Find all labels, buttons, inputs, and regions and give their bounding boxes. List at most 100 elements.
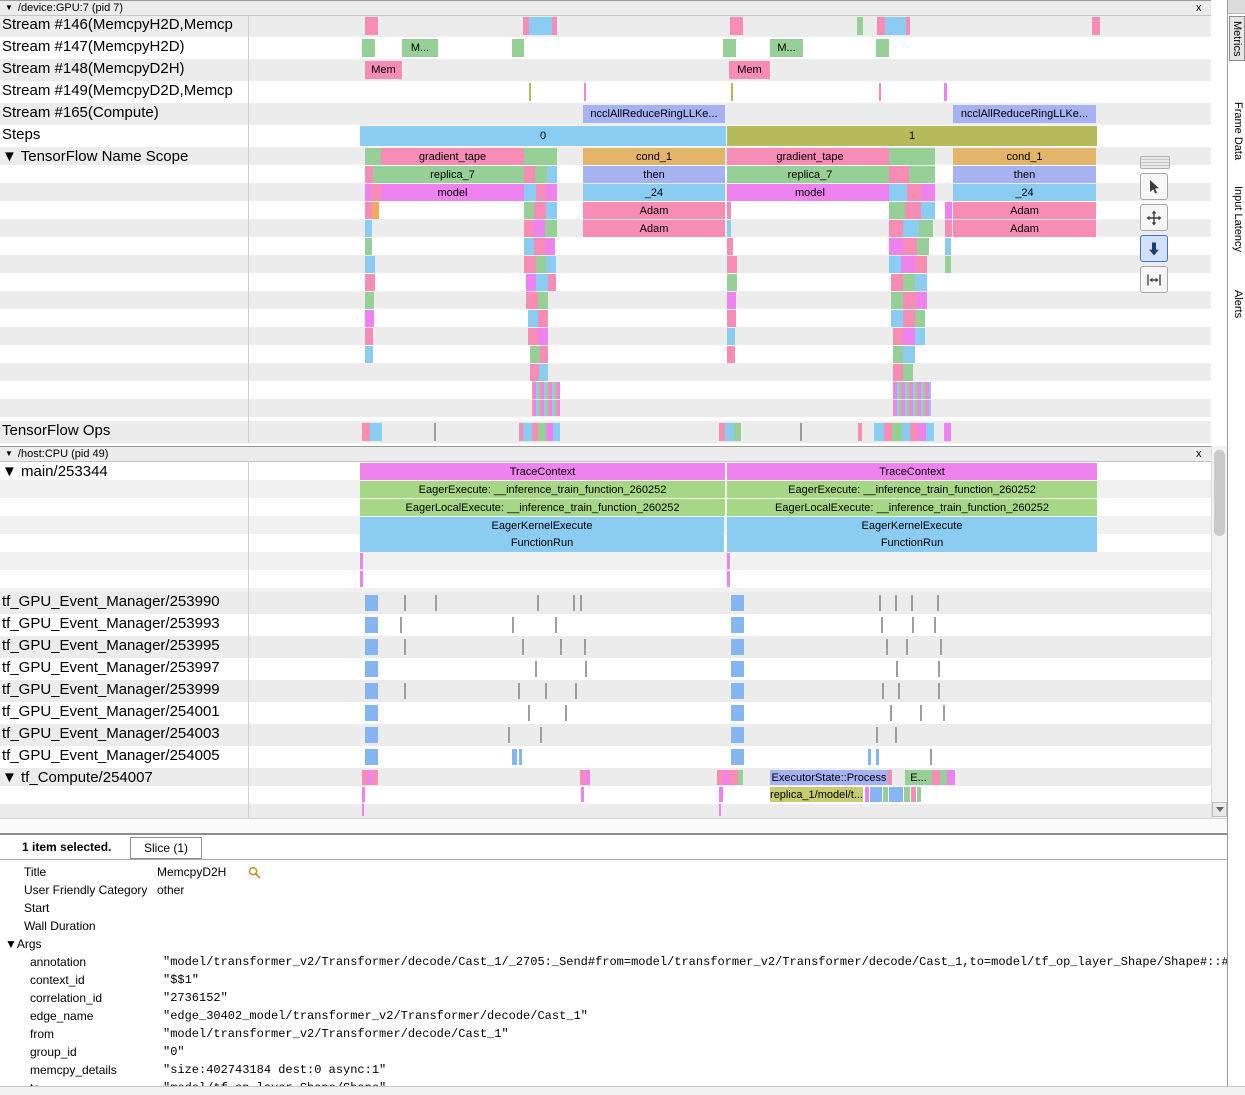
trace-slice[interactable] xyxy=(365,346,373,363)
trace-slice[interactable]: TraceContext xyxy=(727,463,1097,480)
trace-slice[interactable] xyxy=(876,727,878,743)
trace-slice[interactable]: Adam xyxy=(953,220,1096,237)
gpu-pane-close-button[interactable]: x xyxy=(1196,1,1202,15)
trace-slice[interactable] xyxy=(546,256,556,273)
trace-slice[interactable] xyxy=(857,17,863,35)
trace-slice[interactable] xyxy=(858,423,862,441)
trace-slice[interactable] xyxy=(903,274,915,291)
trace-slice[interactable] xyxy=(519,749,522,765)
trace-slice[interactable] xyxy=(883,787,888,802)
trace-slice[interactable] xyxy=(893,328,903,345)
trace-slice[interactable] xyxy=(917,787,921,802)
trace-slice[interactable] xyxy=(903,328,915,345)
trace-slice[interactable]: FunctionRun xyxy=(360,534,724,552)
trace-slice[interactable] xyxy=(870,787,882,802)
trace-slice[interactable]: EagerLocalExecute: __inference_train_fun… xyxy=(727,499,1097,516)
trace-slice[interactable]: ncclAllReduceRingLLKe... xyxy=(953,105,1096,123)
trace-slice[interactable] xyxy=(911,787,916,802)
trace-slice[interactable] xyxy=(915,256,927,273)
trace-slice[interactable] xyxy=(365,17,378,35)
trace-slice[interactable] xyxy=(538,310,548,327)
trace-slice[interactable]: EagerLocalExecute: __inference_train_fun… xyxy=(360,499,725,516)
trace-slice[interactable] xyxy=(903,292,917,309)
trace-slice[interactable]: Mem xyxy=(365,61,402,79)
trace-slice[interactable] xyxy=(904,787,910,802)
trace-slice[interactable] xyxy=(909,166,935,183)
trace-slice[interactable] xyxy=(889,238,903,255)
side-tab-input-latency[interactable]: Input Latency xyxy=(1231,182,1245,256)
trace-slice[interactable] xyxy=(876,749,879,765)
trace-slice[interactable] xyxy=(891,310,903,327)
trace-slice[interactable] xyxy=(538,328,548,345)
trace-slice[interactable] xyxy=(727,328,735,345)
trace-slice[interactable] xyxy=(895,727,897,743)
trace-slice[interactable] xyxy=(723,39,736,57)
side-tab-metrics[interactable]: Metrics xyxy=(1229,16,1245,61)
trace-slice[interactable] xyxy=(934,617,936,633)
trace-slice[interactable] xyxy=(920,705,922,721)
trace-slice[interactable]: cond_1 xyxy=(583,148,725,165)
trace-slice[interactable] xyxy=(906,639,908,655)
trace-slice[interactable] xyxy=(530,364,539,381)
trace-slice[interactable] xyxy=(580,595,582,611)
trace-slice[interactable] xyxy=(889,787,903,802)
trace-slice[interactable] xyxy=(535,661,537,677)
trace-slice[interactable] xyxy=(731,661,744,677)
trace-slice[interactable] xyxy=(538,292,548,309)
trace-slice[interactable] xyxy=(906,17,910,35)
trace-slice[interactable] xyxy=(945,202,952,219)
trace-slice[interactable] xyxy=(882,683,884,699)
trace-slice[interactable] xyxy=(365,595,378,611)
trace-slice[interactable] xyxy=(365,683,378,699)
trace-slice[interactable] xyxy=(518,683,520,699)
track-label[interactable]: ▼ TensorFlow Name Scope xyxy=(2,148,188,165)
trace-slice[interactable] xyxy=(938,683,940,699)
trace-slice[interactable] xyxy=(584,639,586,655)
trace-slice[interactable]: ncclAllReduceRingLLKe... xyxy=(583,105,725,123)
trace-slice[interactable]: Adam xyxy=(953,202,1096,219)
trace-slice[interactable] xyxy=(508,727,510,743)
trace-slice[interactable] xyxy=(524,220,533,237)
trace-slice[interactable] xyxy=(512,39,524,57)
trace-slice[interactable] xyxy=(727,553,730,569)
trace-slice[interactable] xyxy=(365,328,373,345)
trace-slice[interactable] xyxy=(729,770,738,785)
trace-slice[interactable] xyxy=(532,382,560,399)
trace-slice[interactable] xyxy=(917,292,927,309)
trace-slice[interactable] xyxy=(404,683,406,699)
trace-slice[interactable] xyxy=(903,364,913,381)
trace-slice[interactable] xyxy=(404,595,406,611)
trace-slice[interactable] xyxy=(889,166,909,183)
trace-slice[interactable] xyxy=(540,346,548,363)
scroll-down-button[interactable] xyxy=(1212,802,1227,817)
trace-slice[interactable] xyxy=(731,83,733,101)
trace-slice[interactable] xyxy=(727,220,731,237)
trace-slice[interactable] xyxy=(727,274,737,291)
track-label[interactable]: ▼ main/253344 xyxy=(2,463,108,480)
trace-slice[interactable] xyxy=(365,256,375,273)
trace-slice[interactable] xyxy=(365,727,378,743)
trace-slice[interactable] xyxy=(555,617,557,633)
trace-slice[interactable] xyxy=(901,256,915,273)
trace-slice[interactable] xyxy=(893,364,903,381)
selection-tool-button[interactable] xyxy=(1140,173,1168,200)
trace-slice[interactable] xyxy=(891,274,903,291)
trace-slice[interactable] xyxy=(903,346,915,363)
tab-slice[interactable]: Slice (1) xyxy=(130,837,202,859)
trace-slice[interactable] xyxy=(944,83,947,101)
trace-slice[interactable]: EagerExecute: __inference_train_function… xyxy=(360,481,725,498)
trace-slice[interactable] xyxy=(534,238,545,255)
trace-slice[interactable] xyxy=(727,202,731,219)
trace-slice[interactable] xyxy=(372,770,378,785)
trace-slice[interactable] xyxy=(545,238,555,255)
trace-slice[interactable] xyxy=(903,238,917,255)
host-pane-close-button[interactable]: x xyxy=(1196,447,1202,461)
trace-slice[interactable] xyxy=(365,310,374,327)
trace-slice[interactable] xyxy=(545,683,547,699)
trace-slice[interactable] xyxy=(524,238,534,255)
trace-slice[interactable] xyxy=(523,423,532,441)
trace-slice[interactable] xyxy=(731,595,744,611)
trace-slice[interactable] xyxy=(581,787,584,802)
trace-slice[interactable] xyxy=(404,639,406,655)
trace-slice[interactable] xyxy=(362,39,375,57)
